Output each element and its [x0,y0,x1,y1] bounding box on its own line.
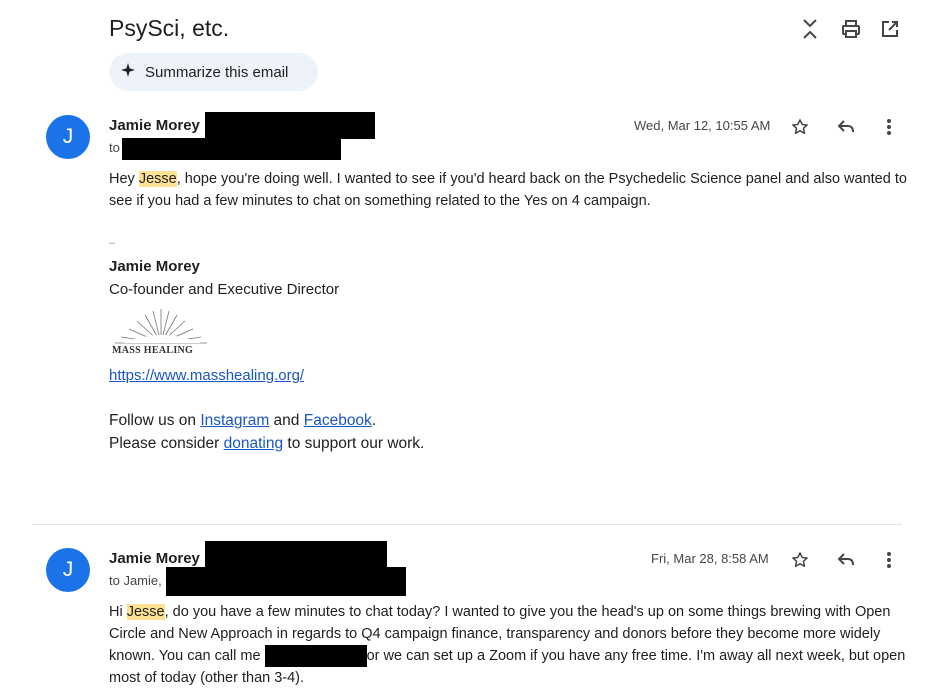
avatar[interactable]: J [46,115,90,159]
website-link[interactable]: https://www.masshealing.org/ [109,367,304,384]
donate-line: Please consider donating to support our … [109,432,424,455]
open-in-new-window-icon[interactable] [879,18,901,40]
logo-text: MASS HEALING [112,345,194,356]
recipients-label[interactable]: to Jamie, [109,573,162,588]
reply-icon[interactable] [835,549,857,571]
mass-healing-logo: MASS HEALING [109,305,217,360]
star-icon[interactable] [789,549,811,571]
facebook-link[interactable]: Facebook [304,412,372,429]
body-line: Circle and New Approach in regards to Q4… [109,626,881,642]
message-body: Hey Jesse, hope you're doing well. I wan… [109,168,919,212]
body-line: , do you have a few minutes to chat toda… [164,604,891,620]
sender-name[interactable]: Jamie Morey [109,550,200,567]
greeting-text: Hey [109,171,139,187]
print-icon[interactable] [840,18,862,40]
consider-prefix: Please consider [109,435,224,452]
summarize-email-button[interactable]: Summarize this email [109,53,318,91]
follow-prefix: Follow us on [109,412,201,429]
email-subject: PsySci, etc. [109,15,230,41]
highlighted-name: Jesse [126,604,165,620]
message-divider [32,524,902,525]
body-line: most of today (other than 3-4). [109,670,305,686]
summarize-label: Summarize this email [145,63,289,81]
greeting-text: Hi [109,604,127,620]
signature-name: Jamie Morey [109,258,200,275]
redacted-recipient [166,567,406,596]
recipients-label[interactable]: to [109,140,120,155]
highlighted-name: Jesse [138,171,177,187]
avatar[interactable]: J [46,548,90,592]
collapse-all-icon[interactable] [799,18,821,40]
message-date: Fri, Mar 28, 8:58 AM [651,551,769,566]
star-icon[interactable] [789,116,811,138]
period-text: . [371,412,377,429]
follow-line: Follow us on Instagram and Facebook. [109,409,376,432]
donating-link[interactable]: donating [224,435,283,452]
more-vert-icon[interactable] [878,549,900,571]
message-body: Hi Jesse, do you have a few minutes to c… [109,601,919,689]
body-line: see if you had a few minutes to chat on … [109,193,651,209]
redacted-email [205,541,387,567]
and-text: and [269,412,304,429]
sender-name[interactable]: Jamie Morey [109,117,200,134]
consider-suffix: to support our work. [283,435,425,452]
more-vert-icon[interactable] [878,116,900,138]
signature-separator: -- [109,238,115,248]
reply-icon[interactable] [835,116,857,138]
instagram-link[interactable]: Instagram [200,412,269,429]
signature-title: Co-founder and Executive Director [109,281,340,298]
body-line: , hope you're doing well. I wanted to se… [176,171,907,187]
sparkle-icon [121,62,135,82]
body-line: or we can set up a Zoom if you have any … [366,648,906,664]
body-line: known. You can call me [109,648,265,664]
redacted-email [205,112,375,139]
message-date: Wed, Mar 12, 10:55 AM [634,118,771,133]
redacted-recipient [122,138,341,160]
redacted-phone [264,645,367,667]
